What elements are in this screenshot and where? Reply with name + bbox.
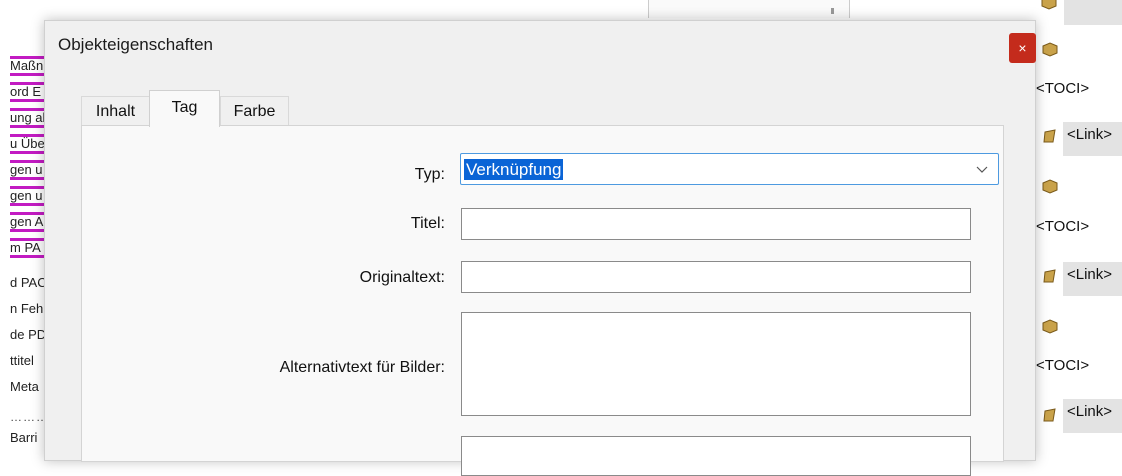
object-properties-dialog: Objekteigenschaften × Inhalt Tag Farbe T… xyxy=(44,20,1036,476)
alternativtext-textarea[interactable] xyxy=(461,312,971,416)
tag-box-icon xyxy=(1041,0,1057,10)
tab-farbe[interactable]: Farbe xyxy=(220,96,289,126)
alternativtext-label: Alternativtext für Bilder: xyxy=(279,359,445,376)
link-tag-icon xyxy=(1043,408,1056,422)
doc-row: d PAC xyxy=(10,275,44,290)
tree-node-link[interactable]: <Link> xyxy=(1063,399,1122,433)
dialog-titlebar[interactable]: Objekteigenschaften × xyxy=(45,21,1036,71)
typ-selected-value: Verknüpfung xyxy=(464,159,564,180)
typ-label: Typ: xyxy=(414,166,445,183)
doc-row: Meta xyxy=(10,379,39,394)
close-icon: × xyxy=(1018,40,1027,56)
titel-input[interactable] xyxy=(461,208,971,240)
doc-row: gen A xyxy=(10,212,44,232)
doc-row: Barri xyxy=(10,430,38,445)
doc-row: u Übe xyxy=(10,134,44,154)
tree-node-link[interactable]: <Link> xyxy=(1063,122,1122,156)
tree-node-toci[interactable]: <TOCI> xyxy=(1036,357,1089,374)
typ-dropdown[interactable]: Verknüpfung xyxy=(460,153,999,185)
doc-row: gen u xyxy=(10,160,44,180)
tag-tab-panel: Typ: Verknüpfung Titel: Originaltext: Al… xyxy=(81,125,1004,476)
tag-box-icon xyxy=(1042,179,1058,194)
doc-row: ung al xyxy=(10,108,44,128)
titel-label: Titel: xyxy=(410,215,445,232)
doc-dot-leader: ………… xyxy=(10,410,44,424)
scroll-notch xyxy=(831,8,834,14)
background-tag-tree: <TOCI> <Link> <TOCI> <Link> <TOCI> <Link… xyxy=(1036,0,1122,461)
tree-node-toci[interactable]: <TOCI> xyxy=(1036,80,1089,97)
doc-row: Maßn xyxy=(10,56,44,76)
doc-row: gen u xyxy=(10,186,44,206)
tree-node-highlight xyxy=(1064,0,1122,25)
tab-inhalt[interactable]: Inhalt xyxy=(81,96,150,126)
tree-node-link[interactable]: <Link> xyxy=(1063,262,1122,296)
doc-row: n Feh xyxy=(10,301,44,316)
tag-box-icon xyxy=(1042,319,1058,334)
doc-row: m PA xyxy=(10,238,44,258)
link-tag-icon xyxy=(1043,129,1056,143)
tab-tag[interactable]: Tag xyxy=(149,90,220,127)
doc-row: ord E xyxy=(10,82,44,102)
additional-textarea[interactable] xyxy=(461,436,971,476)
link-tag-icon xyxy=(1043,269,1056,283)
close-button[interactable]: × xyxy=(1009,33,1036,63)
originaltext-input[interactable] xyxy=(461,261,971,293)
doc-row: ttitel xyxy=(10,353,34,368)
chevron-down-icon xyxy=(976,166,988,173)
dialog-title: Objekteigenschaften xyxy=(58,35,213,54)
tree-node-toci[interactable]: <TOCI> xyxy=(1036,218,1089,235)
tag-box-icon xyxy=(1042,42,1058,57)
background-document-pane: Maßn ord E ung al u Übe gen u gen u gen … xyxy=(0,0,44,461)
doc-row: de PD xyxy=(10,327,44,342)
background-scrollbar-fragment xyxy=(648,0,850,18)
originaltext-label: Originaltext: xyxy=(359,269,445,286)
